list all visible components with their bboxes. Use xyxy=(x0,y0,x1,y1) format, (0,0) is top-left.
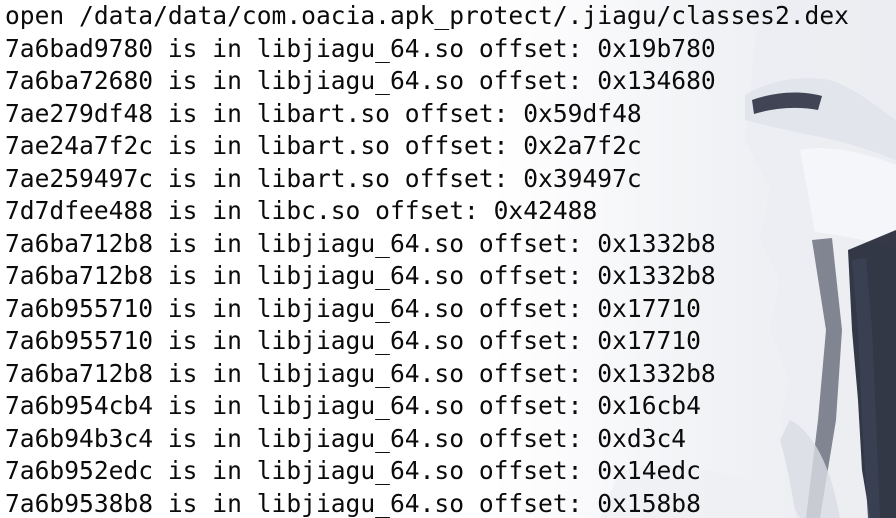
output-line: 7ae259497c is in libart.so offset: 0x394… xyxy=(5,163,642,193)
output-line: 7a6b955710 is in libjiagu_64.so offset: … xyxy=(5,293,701,323)
output-line: 7a6ba712b8 is in libjiagu_64.so offset: … xyxy=(5,228,716,258)
output-line: 7a6b94b3c4 is in libjiagu_64.so offset: … xyxy=(5,423,687,453)
output-line: 7a6ba712b8 is in libjiagu_64.so offset: … xyxy=(5,358,716,388)
output-line: 7a6b954cb4 is in libjiagu_64.so offset: … xyxy=(5,391,701,420)
terminal-output[interactable]: open /data/data/com.oacia.apk_protect/.j… xyxy=(5,0,849,518)
output-line: 7a6b952edc is in libjiagu_64.so offset: … xyxy=(5,456,701,485)
terminal-window[interactable]: open /data/data/com.oacia.apk_protect/.j… xyxy=(0,0,896,518)
output-line: 7a6ba72680 is in libjiagu_64.so offset: … xyxy=(5,66,716,95)
output-line: 7a6b9538b8 is in libjiagu_64.so offset: … xyxy=(5,488,701,518)
output-line: 7d7dfee488 is in libc.so offset: 0x42488 xyxy=(5,196,598,225)
output-line: 7a6bad9780 is in libjiagu_64.so offset: … xyxy=(5,33,716,63)
output-line: 7a6b955710 is in libjiagu_64.so offset: … xyxy=(5,326,701,355)
output-line: 7ae24a7f2c is in libart.so offset: 0x2a7… xyxy=(5,131,642,160)
output-line: 7ae279df48 is in libart.so offset: 0x59d… xyxy=(5,98,642,128)
output-line: open /data/data/com.oacia.apk_protect/.j… xyxy=(5,1,849,30)
output-line: 7a6ba712b8 is in libjiagu_64.so offset: … xyxy=(5,261,716,290)
